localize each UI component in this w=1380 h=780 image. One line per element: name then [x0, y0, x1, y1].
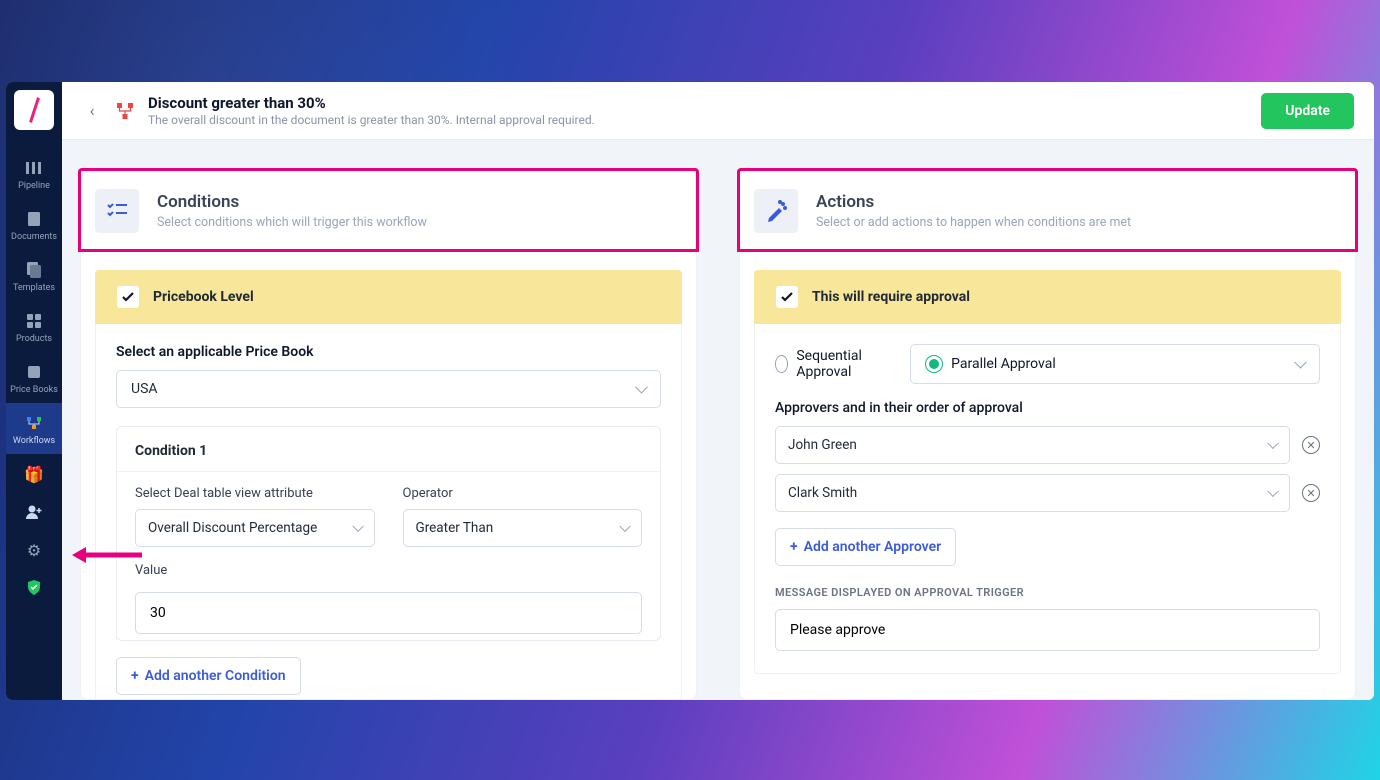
add-condition-button[interactable]: +Add another Condition	[116, 657, 301, 695]
content: Conditions Select conditions which will …	[62, 140, 1374, 700]
conditions-panel: Conditions Select conditions which will …	[80, 170, 697, 700]
add-user-icon	[24, 502, 44, 522]
pricebook-value: USA	[131, 381, 158, 397]
add-approver-button[interactable]: +Add another Approver	[775, 528, 956, 566]
operator-select[interactable]: Greater Than	[403, 509, 643, 547]
approver-row: Clark Smith ✕	[775, 474, 1320, 512]
workflows-icon	[24, 413, 44, 433]
sidebar-item-pipeline[interactable]: Pipeline	[6, 148, 62, 199]
checkbox-checked-icon[interactable]	[117, 286, 139, 308]
remove-approver-icon[interactable]: ✕	[1302, 484, 1320, 502]
templates-icon	[24, 260, 44, 280]
value-label: Value	[135, 563, 642, 578]
sidebar-item-templates[interactable]: Templates	[6, 250, 62, 301]
sidebar-item-label: Workflows	[13, 436, 55, 446]
sidebar-item-settings[interactable]: ⚙	[6, 530, 62, 568]
conditions-subtitle: Select conditions which will trigger thi…	[157, 215, 427, 230]
page-title: Discount greater than 30%	[148, 94, 595, 112]
remove-approver-icon[interactable]: ✕	[1302, 436, 1320, 454]
actions-header: Actions Select or add actions to happen …	[737, 168, 1358, 252]
shield-check-icon	[24, 578, 44, 598]
sidebar-item-products[interactable]: Products	[6, 301, 62, 352]
plus-icon: +	[790, 539, 798, 555]
radio-icon	[775, 355, 788, 373]
conditions-body: Select an applicable Price Book USA Cond…	[95, 324, 682, 700]
value-input[interactable]	[135, 592, 642, 634]
conditions-header: Conditions Select conditions which will …	[78, 168, 699, 252]
approver-select[interactable]: Clark Smith	[775, 474, 1290, 512]
message-input[interactable]	[775, 609, 1320, 651]
workflow-icon	[116, 102, 134, 120]
radio-sequential[interactable]: Sequential Approval	[775, 348, 884, 380]
operator-label: Operator	[403, 486, 643, 501]
sidebar-item-status[interactable]	[6, 568, 62, 606]
actions-panel: Actions Select or add actions to happen …	[739, 170, 1356, 700]
conditions-icon	[95, 189, 139, 233]
sidebar-item-label: Products	[16, 334, 52, 344]
actions-icon	[754, 189, 798, 233]
pipeline-icon	[24, 158, 44, 178]
page-subtitle: The overall discount in the document is …	[148, 113, 595, 127]
app-logo[interactable]	[14, 90, 54, 130]
condition-card: Condition 1 Select Deal table view attri…	[116, 426, 661, 641]
conditions-title: Conditions	[157, 192, 427, 212]
sidebar-item-add-user[interactable]	[6, 492, 62, 530]
approver-row: John Green ✕	[775, 426, 1320, 464]
actions-title: Actions	[816, 192, 1131, 212]
pricebook-select[interactable]: USA	[116, 370, 661, 408]
attribute-label: Select Deal table view attribute	[135, 486, 375, 501]
approvers-label: Approvers and in their order of approval	[775, 400, 1320, 416]
sidebar-item-rewards[interactable]: 🎁	[6, 454, 62, 492]
annotation-arrow-icon	[72, 544, 144, 566]
gift-icon: 🎁	[24, 464, 44, 484]
actions-body: Sequential Approval Parallel Approval Ap…	[754, 324, 1341, 674]
sidebar-item-label: Pipeline	[18, 181, 50, 191]
plus-icon: +	[131, 668, 139, 684]
update-button[interactable]: Update	[1261, 93, 1354, 129]
sidebar-item-price-books[interactable]: Price Books	[6, 352, 62, 403]
header: ‹ Discount greater than 30% The overall …	[62, 82, 1374, 140]
approval-label: This will require approval	[812, 289, 970, 305]
approver-select[interactable]: John Green	[775, 426, 1290, 464]
sidebar-item-label: Documents	[11, 232, 57, 242]
main: ‹ Discount greater than 30% The overall …	[62, 82, 1374, 700]
price-books-icon	[24, 362, 44, 382]
condition-title: Condition 1	[135, 443, 642, 459]
back-button[interactable]: ‹	[82, 101, 102, 121]
pricebook-level-section: Pricebook Level	[95, 270, 682, 324]
gear-icon: ⚙	[24, 540, 44, 560]
sidebar-item-label: Price Books	[10, 385, 58, 395]
actions-subtitle: Select or add actions to happen when con…	[816, 215, 1131, 230]
products-icon	[24, 311, 44, 331]
sidebar-item-documents[interactable]: Documents	[6, 199, 62, 250]
slash-logo-icon	[29, 97, 40, 123]
sidebar: Pipeline Documents Templates Products Pr…	[6, 82, 62, 700]
sidebar-item-workflows[interactable]: Workflows	[6, 403, 62, 454]
pricebook-label: Select an applicable Price Book	[116, 344, 661, 360]
checkbox-checked-icon[interactable]	[776, 286, 798, 308]
radio-parallel[interactable]: Parallel Approval	[910, 344, 1320, 384]
pricebook-level-label: Pricebook Level	[153, 289, 254, 305]
approval-section: This will require approval	[754, 270, 1341, 324]
documents-icon	[24, 209, 44, 229]
radio-icon	[925, 355, 943, 373]
sidebar-item-label: Templates	[13, 283, 55, 293]
app-window: Pipeline Documents Templates Products Pr…	[6, 82, 1374, 700]
attribute-select[interactable]: Overall Discount Percentage	[135, 509, 375, 547]
message-label: MESSAGE DISPLAYED ON APPROVAL TRIGGER	[775, 586, 1320, 599]
